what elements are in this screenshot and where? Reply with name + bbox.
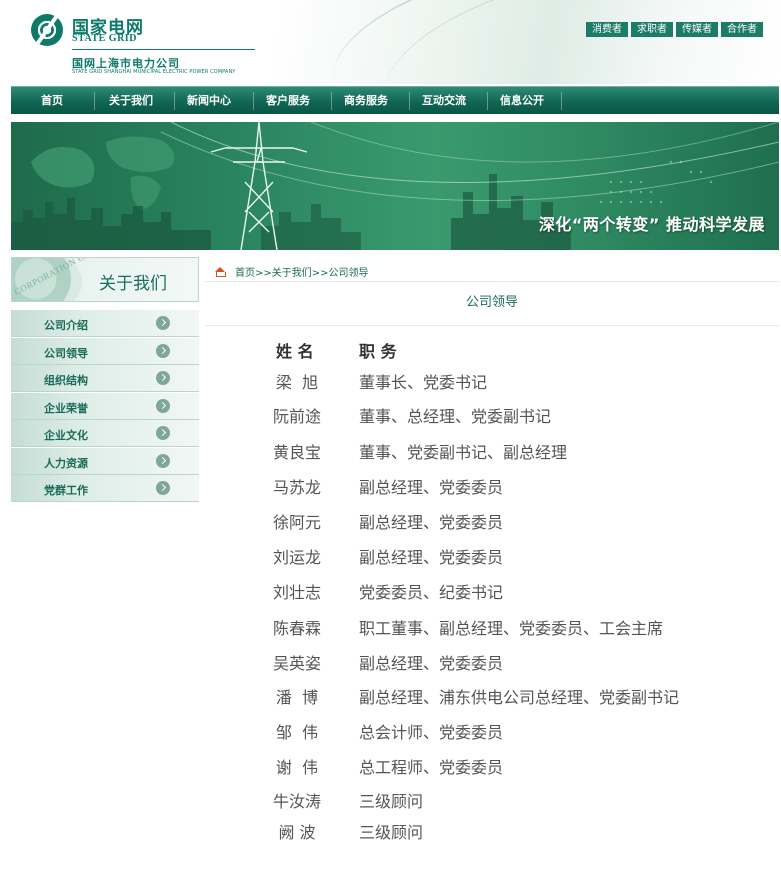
nav-separator	[94, 92, 95, 110]
column-header-name: 姓 名	[276, 342, 314, 361]
leader-name: 黄良宝	[272, 443, 321, 462]
nav-home[interactable]: 首页	[34, 87, 70, 115]
nav-separator	[331, 92, 332, 110]
site-header: 国家电网 STATE GRID 国网上海市电力公司 STATE GRID SHA…	[0, 0, 781, 84]
leader-position: 副总经理、党委委员	[359, 654, 504, 673]
sidebar-item-party-work[interactable]: 党群工作	[11, 475, 199, 502]
sidebar-item-label: 公司领导	[44, 346, 88, 360]
leader-name: 徐阿元	[272, 513, 321, 532]
page: 国家电网 STATE GRID 国网上海市电力公司 STATE GRID SHA…	[0, 0, 781, 870]
leader-position: 董事长、党委书记	[359, 373, 488, 392]
divider	[205, 281, 779, 282]
leader-position: 三级顾问	[359, 823, 424, 842]
arrow-right-icon	[156, 453, 170, 468]
nav-separator	[487, 92, 488, 110]
leader-name: 马苏龙	[272, 478, 321, 497]
nav-separator	[561, 92, 562, 110]
sidebar-item-label: 组织结构	[44, 374, 88, 387]
leader-position: 董事、党委副书记、副总经理	[359, 443, 568, 462]
leader-name: 阙 波	[278, 823, 316, 842]
sidebar-menu: 公司介绍 公司领导 组织结构 企业荣誉 企业文化 人力资源 党群工作	[11, 310, 199, 503]
link-media[interactable]: 传媒者	[676, 22, 718, 37]
leader-name: 邹 伟	[275, 723, 319, 742]
sidebar-item-company-intro[interactable]: 公司介绍	[11, 310, 199, 337]
nav-business-service[interactable]: 商务服务	[338, 87, 394, 115]
leader-position: 总会计师、党委委员	[359, 723, 504, 742]
link-job-seeker[interactable]: 求职者	[631, 22, 673, 37]
sidebar-item-label: 企业荣誉	[44, 401, 88, 415]
leader-position: 董事、总经理、党委副书记	[359, 407, 552, 426]
arrow-right-icon	[156, 343, 170, 358]
link-partner[interactable]: 合作者	[721, 22, 763, 37]
nav-customer-service[interactable]: 客户服务	[260, 87, 316, 115]
leader-position: 副总经理、浦东供电公司总经理、党委副书记	[359, 688, 680, 707]
nav-info-disclosure[interactable]: 信息公开	[494, 87, 550, 115]
logo-title-en: STATE GRID	[72, 33, 137, 44]
sidebar-item-culture[interactable]: 企业文化	[11, 420, 199, 447]
leader-position: 副总经理、党委委员	[359, 478, 504, 497]
divider	[205, 325, 779, 326]
leader-name: 谢 伟	[275, 758, 319, 777]
nav-about[interactable]: 关于我们	[103, 87, 159, 115]
sidebar-item-hr[interactable]: 人力资源	[11, 447, 199, 475]
state-grid-logo-icon[interactable]	[31, 14, 63, 46]
arrow-right-icon	[156, 481, 170, 495]
arrow-right-icon	[156, 316, 170, 330]
nav-separator	[253, 92, 254, 110]
leader-position: 总工程师、党委委员	[359, 758, 504, 777]
sidebar-item-honors[interactable]: 企业荣誉	[11, 392, 199, 420]
sidebar-item-label: 公司介绍	[44, 319, 88, 332]
sidebar-item-company-leaders[interactable]: 公司领导	[11, 337, 199, 365]
company-name-en: STATE GRID SHANGHAI MUNICIPAL ELECTRIC P…	[72, 69, 236, 75]
leader-name: 刘运龙	[272, 548, 321, 567]
breadcrumb: 首页>>关于我们>>公司领导	[214, 264, 369, 279]
sidebar-title: 关于我们	[99, 274, 167, 294]
arrow-right-icon	[156, 398, 170, 413]
leader-name: 刘壮志	[272, 583, 321, 602]
nav-separator	[174, 92, 175, 110]
leader-name: 梁 旭	[275, 373, 319, 392]
breadcrumb-text[interactable]: 首页>>关于我们>>公司领导	[235, 264, 369, 279]
nav-interaction[interactable]: 互动交流	[416, 87, 472, 115]
column-header-position: 职 务	[359, 342, 397, 361]
sidebar-item-label: 企业文化	[44, 429, 88, 442]
link-consumer[interactable]: 消费者	[586, 22, 628, 37]
arrow-right-icon	[156, 426, 170, 440]
leader-name: 潘 博	[275, 688, 319, 707]
leader-position: 三级顾问	[359, 792, 424, 811]
banner-slogan: 深化“两个转变” 推动科学发展	[538, 215, 765, 234]
home-icon[interactable]	[214, 266, 226, 277]
leader-position: 党委委员、纪委书记	[359, 583, 504, 602]
leader-position: 副总经理、党委委员	[359, 513, 504, 532]
sidebar-item-org-structure[interactable]: 组织结构	[11, 365, 199, 392]
sidebar-item-label: 党群工作	[44, 484, 88, 497]
leader-name: 牛汝涛	[272, 792, 321, 811]
leader-name: 阮前途	[272, 407, 321, 426]
sidebar-header: CORPORATION OF 关于我们	[11, 257, 199, 302]
leader-name: 吴英姿	[272, 654, 321, 673]
logo-divider	[72, 49, 255, 50]
main-nav: 首页 关于我们 新闻中心 客户服务 商务服务 互动交流 信息公开	[11, 86, 779, 114]
leader-name: 陈春霖	[272, 619, 321, 638]
page-title: 公司领导	[465, 295, 518, 310]
sidebar-item-label: 人力资源	[44, 456, 88, 470]
nav-separator	[409, 92, 410, 110]
arrow-right-icon	[156, 371, 170, 385]
audience-links: 消费者 求职者 传媒者 合作者	[586, 22, 763, 37]
leader-position: 副总经理、党委委员	[359, 548, 504, 567]
banner: 深化“两个转变” 推动科学发展	[11, 122, 779, 250]
nav-news[interactable]: 新闻中心	[181, 87, 237, 115]
leader-position: 职工董事、副总经理、党委委员、工会主席	[359, 619, 664, 638]
